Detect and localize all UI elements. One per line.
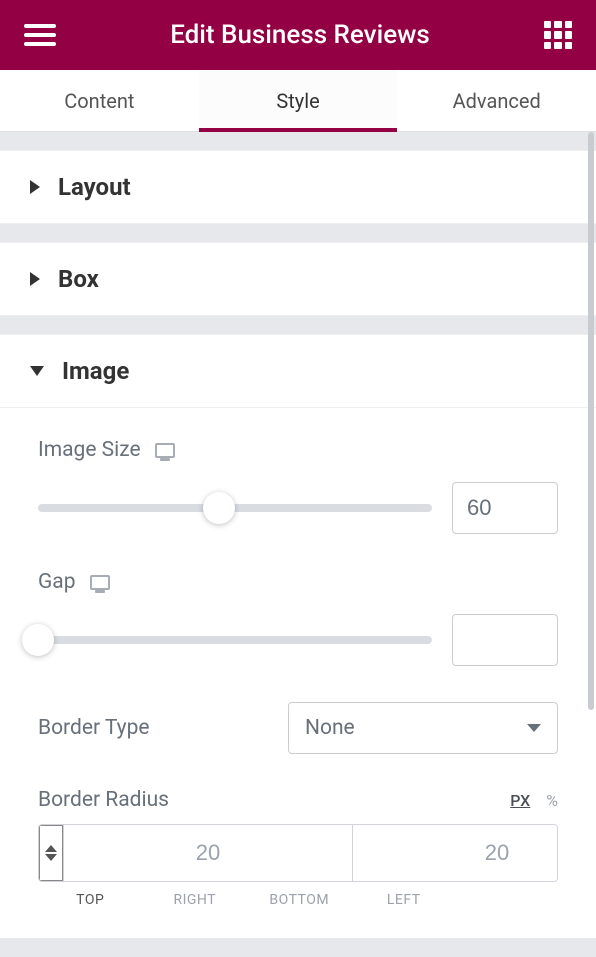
app-header: Edit Business Reviews (0, 0, 596, 70)
scrollbar-thumb[interactable] (588, 132, 594, 710)
border-radius-inputs (38, 824, 558, 882)
gap-label: Gap (38, 570, 76, 594)
unit-percent[interactable]: % (546, 791, 558, 810)
image-size-slider[interactable] (38, 504, 432, 512)
gap-row: Gap (38, 570, 558, 594)
unit-selector: PX % (510, 791, 558, 810)
section-layout-title: Layout (58, 173, 131, 201)
gap-slider-row (38, 614, 558, 666)
border-type-select[interactable]: None (288, 702, 558, 754)
spinner-down-icon[interactable] (45, 854, 57, 861)
chevron-right-icon (30, 272, 40, 286)
section-box-title: Box (58, 265, 99, 293)
radius-labels-row: TOP RIGHT BOTTOM LEFT (38, 892, 558, 908)
image-size-label: Image Size (38, 438, 141, 462)
section-image-title: Image (62, 357, 129, 385)
radius-top-wrap (39, 825, 64, 881)
section-image-body: Image Size Gap Border Type None (0, 408, 596, 938)
border-radius-label: Border Radius (38, 788, 169, 812)
chevron-right-icon (30, 180, 40, 194)
menu-icon[interactable] (24, 19, 56, 51)
border-type-label: Border Type (38, 716, 150, 740)
radius-label-right: RIGHT (143, 892, 248, 908)
tab-style[interactable]: Style (199, 70, 398, 131)
chevron-down-icon (527, 724, 541, 732)
radius-label-left: LEFT (352, 892, 457, 908)
desktop-icon[interactable] (90, 575, 110, 590)
image-size-slider-thumb[interactable] (203, 492, 235, 524)
unit-px[interactable]: PX (510, 791, 530, 810)
spinner-up-icon[interactable] (45, 845, 57, 852)
gap-slider-thumb[interactable] (22, 624, 54, 656)
border-radius-header-row: Border Radius PX % (38, 788, 558, 812)
header-title: Edit Business Reviews (56, 20, 544, 50)
content-area: Layout Box Image Image Size Gap (0, 132, 596, 957)
section-image-header[interactable]: Image (0, 334, 596, 408)
image-size-slider-row (38, 482, 558, 534)
desktop-icon[interactable] (155, 443, 175, 458)
border-type-row: Border Type None (38, 702, 558, 754)
image-size-row: Image Size (38, 438, 558, 462)
radius-label-bottom: BOTTOM (247, 892, 352, 908)
gap-input[interactable] (452, 614, 558, 666)
image-size-input[interactable] (452, 482, 558, 534)
tabs-bar: Content Style Advanced (0, 70, 596, 132)
scrollbar-track[interactable] (586, 132, 596, 957)
tab-advanced[interactable]: Advanced (397, 70, 596, 131)
radius-label-top: TOP (38, 892, 143, 908)
radius-right-input[interactable] (64, 825, 353, 881)
radius-bottom-input[interactable] (353, 825, 558, 881)
border-type-value: None (305, 716, 355, 740)
section-box-header[interactable]: Box (0, 242, 596, 316)
section-layout-header[interactable]: Layout (0, 150, 596, 224)
apps-grid-icon[interactable] (544, 21, 572, 49)
chevron-down-icon (30, 366, 44, 376)
gap-slider[interactable] (38, 636, 432, 644)
radius-top-spinner (45, 845, 57, 861)
tab-content[interactable]: Content (0, 70, 199, 131)
